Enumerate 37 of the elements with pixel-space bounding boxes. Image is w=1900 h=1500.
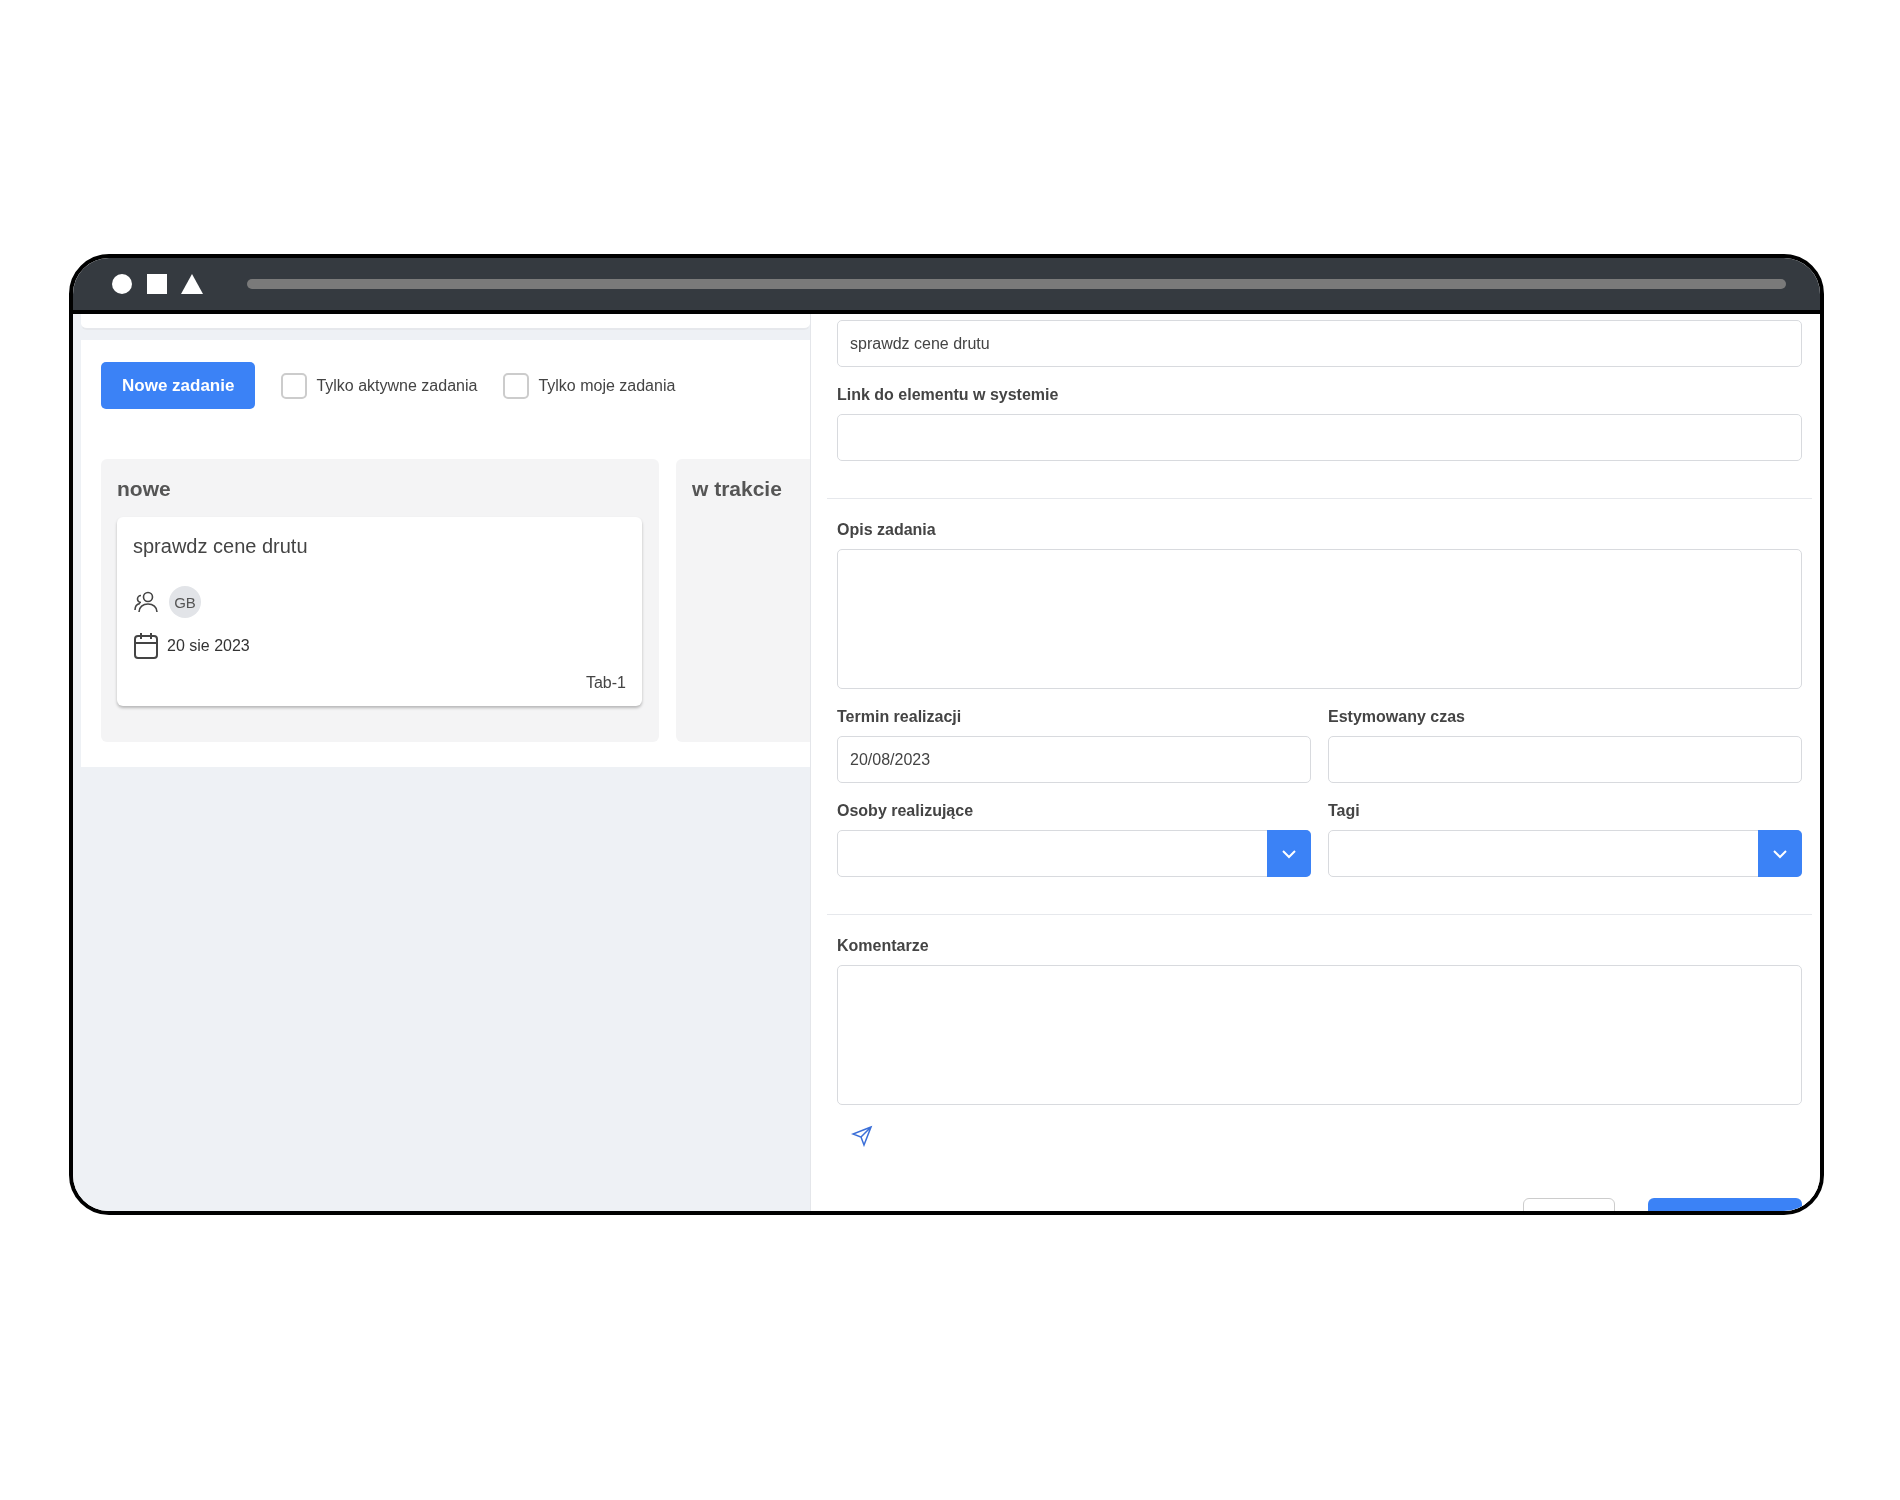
square-icon	[147, 274, 167, 294]
field-label: Komentarze	[837, 936, 930, 956]
text-area[interactable]	[837, 549, 1802, 689]
people-icon	[133, 590, 161, 614]
text-field[interactable]	[1328, 736, 1802, 783]
field-label: Osoby realizujące	[837, 801, 975, 821]
chevron-down-icon	[1772, 848, 1788, 859]
checkbox[interactable]	[503, 372, 530, 399]
column-title: w trakcie	[692, 477, 782, 501]
due-date: 20 sie 2023	[167, 637, 250, 655]
field-label: Termin realizacji	[837, 707, 963, 727]
text-field[interactable]	[837, 414, 1802, 461]
text-area[interactable]	[837, 965, 1802, 1105]
select-field[interactable]	[1328, 830, 1802, 877]
select-field[interactable]	[837, 830, 1311, 877]
avatar-initials: GB	[169, 586, 201, 618]
filter-label: Tylko moje zadania	[538, 376, 676, 395]
text-field[interactable]: sprawdz cene drutu	[837, 320, 1802, 367]
field-label: Opis zadania	[837, 520, 937, 540]
checkbox[interactable]	[281, 372, 308, 399]
task-title: sprawdz cene drutu	[133, 535, 309, 558]
new-task-button[interactable]: Nowe zadanie	[101, 362, 256, 409]
dropdown-button[interactable]	[1267, 830, 1311, 877]
field-label: Tagi	[1328, 801, 1361, 821]
task-card[interactable]: sprawdz cene drutu GB 20 sie 2023 Tab-1	[117, 517, 642, 706]
field-label: Link do elementu w systemie	[837, 385, 1060, 405]
chevron-down-icon	[1281, 848, 1297, 859]
dropdown-button[interactable]	[1758, 830, 1802, 877]
calendar-icon	[133, 632, 159, 660]
send-icon[interactable]	[851, 1125, 873, 1147]
field-label: Estymowany czas	[1328, 707, 1466, 727]
column-title: nowe	[117, 477, 171, 501]
triangle-icon	[181, 274, 203, 294]
circle-icon	[111, 273, 133, 295]
task-tag: Tab-1	[585, 674, 626, 692]
filter-label: Tylko aktywne zadania	[316, 376, 478, 395]
text-field[interactable]: 20/08/2023	[837, 736, 1311, 783]
